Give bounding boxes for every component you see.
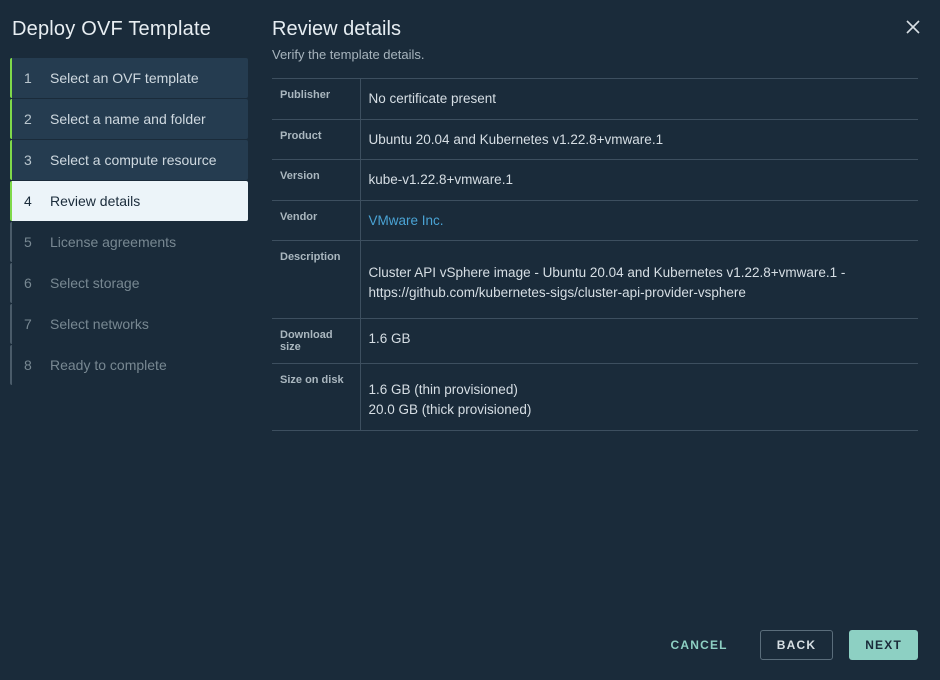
step-number: 1: [24, 70, 40, 86]
step-number: 4: [24, 193, 40, 209]
wizard-title: Deploy OVF Template: [0, 18, 250, 57]
step-label: Ready to complete: [50, 357, 167, 373]
row-publisher: Publisher No certificate present: [272, 79, 918, 120]
value-version: kube-v1.22.8+vmware.1: [360, 160, 918, 201]
next-button[interactable]: NEXT: [849, 630, 918, 660]
vendor-link[interactable]: VMware Inc.: [369, 213, 444, 228]
step-number: 5: [24, 234, 40, 250]
step-select-ovf-template[interactable]: 1 Select an OVF template: [10, 58, 248, 98]
step-number: 2: [24, 111, 40, 127]
value-publisher: No certificate present: [360, 79, 918, 120]
step-number: 6: [24, 275, 40, 291]
step-number: 8: [24, 357, 40, 373]
value-product: Ubuntu 20.04 and Kubernetes v1.22.8+vmwa…: [360, 119, 918, 160]
label-size-on-disk: Size on disk: [272, 364, 360, 430]
label-description: Description: [272, 241, 360, 319]
step-label: Select a name and folder: [50, 111, 206, 127]
step-label: License agreements: [50, 234, 176, 250]
close-icon[interactable]: [904, 18, 922, 41]
row-description: Description Cluster API vSphere image - …: [272, 241, 918, 319]
step-select-name-folder[interactable]: 2 Select a name and folder: [10, 99, 248, 139]
page-title: Review details: [272, 18, 918, 41]
wizard-footer: CANCEL BACK NEXT: [272, 630, 918, 660]
details-table: Publisher No certificate present Product…: [272, 78, 918, 431]
wizard-content: Review details Verify the template detai…: [250, 0, 940, 680]
step-select-storage[interactable]: 6 Select storage: [10, 263, 248, 303]
page-subtitle: Verify the template details.: [272, 47, 918, 62]
label-product: Product: [272, 119, 360, 160]
row-vendor: Vendor VMware Inc.: [272, 200, 918, 241]
size-thick: 20.0 GB (thick provisioned): [369, 400, 911, 420]
step-ready-to-complete[interactable]: 8 Ready to complete: [10, 345, 248, 385]
step-select-networks[interactable]: 7 Select networks: [10, 304, 248, 344]
step-label: Review details: [50, 193, 140, 209]
row-product: Product Ubuntu 20.04 and Kubernetes v1.2…: [272, 119, 918, 160]
value-vendor: VMware Inc.: [360, 200, 918, 241]
wizard-steps: 1 Select an OVF template 2 Select a name…: [0, 57, 250, 386]
step-number: 7: [24, 316, 40, 332]
step-review-details[interactable]: 4 Review details: [10, 181, 248, 221]
row-version: Version kube-v1.22.8+vmware.1: [272, 160, 918, 201]
step-select-compute-resource[interactable]: 3 Select a compute resource: [10, 140, 248, 180]
label-vendor: Vendor: [272, 200, 360, 241]
value-description: Cluster API vSphere image - Ubuntu 20.04…: [360, 241, 918, 319]
label-version: Version: [272, 160, 360, 201]
back-button[interactable]: BACK: [760, 630, 833, 660]
size-thin: 1.6 GB (thin provisioned): [369, 380, 911, 400]
label-download-size: Download size: [272, 319, 360, 364]
value-download-size: 1.6 GB: [360, 319, 918, 364]
description-text: Cluster API vSphere image - Ubuntu 20.04…: [369, 265, 846, 300]
wizard-sidebar: Deploy OVF Template 1 Select an OVF temp…: [0, 0, 250, 680]
cancel-button[interactable]: CANCEL: [655, 630, 744, 660]
label-publisher: Publisher: [272, 79, 360, 120]
step-label: Select an OVF template: [50, 70, 199, 86]
step-label: Select a compute resource: [50, 152, 217, 168]
step-license-agreements[interactable]: 5 License agreements: [10, 222, 248, 262]
step-number: 3: [24, 152, 40, 168]
step-label: Select networks: [50, 316, 149, 332]
row-download-size: Download size 1.6 GB: [272, 319, 918, 364]
value-size-on-disk: 1.6 GB (thin provisioned) 20.0 GB (thick…: [360, 364, 918, 430]
step-label: Select storage: [50, 275, 140, 291]
row-size-on-disk: Size on disk 1.6 GB (thin provisioned) 2…: [272, 364, 918, 430]
